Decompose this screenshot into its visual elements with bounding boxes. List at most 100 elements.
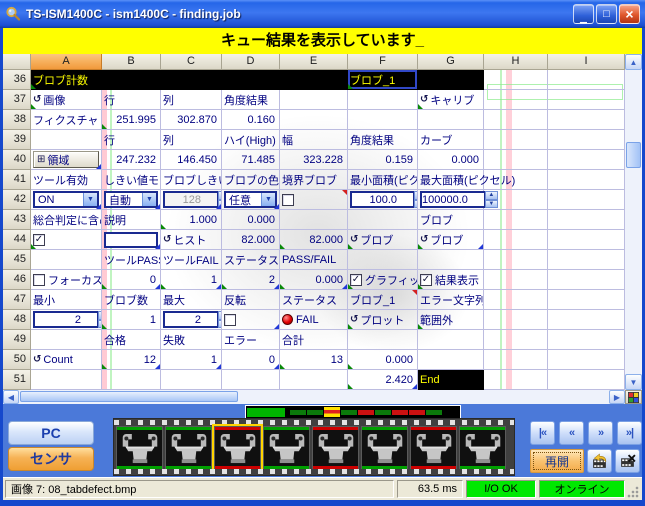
spin-up-icon[interactable]: ▲ xyxy=(485,191,498,200)
scroll-right-icon[interactable]: ▶ xyxy=(609,390,625,404)
filmstrip-frame-3[interactable] xyxy=(214,426,261,470)
cell-B41[interactable]: しきい値モード xyxy=(102,170,161,190)
cell-C39[interactable]: 列 xyxy=(161,130,222,150)
scroll-down-icon[interactable]: ▼ xyxy=(625,374,642,390)
cell-I44[interactable] xyxy=(548,230,625,250)
spinner-C48[interactable]: 2▲▼ xyxy=(163,311,219,328)
cell-H40[interactable] xyxy=(484,150,548,170)
cell-B48[interactable]: 1 xyxy=(102,310,161,330)
cell-A51[interactable] xyxy=(31,370,102,390)
cell-E49[interactable]: 合計 xyxy=(280,330,348,350)
dropdown-A42[interactable]: ON▼ xyxy=(33,191,99,208)
row-header-50[interactable]: 50 xyxy=(3,350,31,370)
resume-button[interactable]: 再開 xyxy=(530,449,584,473)
row-header-40[interactable]: 40 xyxy=(3,150,31,170)
cell-H47[interactable] xyxy=(484,290,548,310)
cell-F45[interactable] xyxy=(348,250,418,270)
cell-I40[interactable] xyxy=(548,150,625,170)
cell-G40[interactable]: 0.000 xyxy=(418,150,484,170)
cell-C47[interactable]: 最大 xyxy=(161,290,222,310)
cell-C44[interactable]: ↺ヒスト xyxy=(161,230,222,250)
column-header-C[interactable]: C xyxy=(161,54,222,70)
cell-I38[interactable] xyxy=(548,110,625,130)
column-header-H[interactable]: H xyxy=(484,54,548,70)
cell-E44[interactable]: 82.000 xyxy=(280,230,348,250)
horizontal-scroll-track[interactable] xyxy=(19,390,609,404)
row-header-51[interactable]: 51 xyxy=(3,370,31,390)
cell-D48[interactable] xyxy=(222,310,280,330)
cell-F46[interactable]: ✓グラフィック xyxy=(348,270,418,290)
cell-H38[interactable] xyxy=(484,110,548,130)
cell-C42[interactable]: 128▲▼ xyxy=(161,190,222,210)
sensor-button[interactable]: センサ xyxy=(8,447,94,471)
cell-G51[interactable]: End xyxy=(418,370,484,390)
cell-H44[interactable] xyxy=(484,230,548,250)
cell-A37[interactable]: ↺画像 xyxy=(31,90,102,110)
cell-E37[interactable] xyxy=(280,90,348,110)
cell-B50[interactable]: 12 xyxy=(102,350,161,370)
cell-A42[interactable]: ON▼ xyxy=(31,190,102,210)
cell-H45[interactable] xyxy=(484,250,548,270)
cell-G48[interactable]: 範囲外 xyxy=(418,310,484,330)
horizontal-scrollbar[interactable]: ◀ ▶ xyxy=(3,390,642,404)
column-header-E[interactable]: E xyxy=(280,54,348,70)
chevron-down-icon[interactable]: ▼ xyxy=(261,193,275,206)
column-header-D[interactable]: D xyxy=(222,54,280,70)
row-header-38[interactable]: 38 xyxy=(3,110,31,130)
cell-I46[interactable] xyxy=(548,270,625,290)
cell-A46[interactable]: フォーカス xyxy=(31,270,102,290)
cell-B49[interactable]: 合格 xyxy=(102,330,161,350)
cell-A45[interactable] xyxy=(31,250,102,270)
cell-B36[interactable] xyxy=(102,70,161,90)
cell-I42[interactable] xyxy=(548,190,625,210)
cell-A48[interactable]: 2▲▼ xyxy=(31,310,102,330)
cell-D37[interactable]: 角度結果 xyxy=(222,90,280,110)
cell-G39[interactable]: カーブ xyxy=(418,130,484,150)
cell-A43[interactable]: 総合判定に含める xyxy=(31,210,102,230)
cell-E51[interactable] xyxy=(280,370,348,390)
spreadsheet-view-button[interactable] xyxy=(625,390,642,404)
close-button[interactable]: × xyxy=(619,4,640,24)
cell-D49[interactable]: エラー xyxy=(222,330,280,350)
row-header-44[interactable]: 44 xyxy=(3,230,31,250)
spinner-G42[interactable]: 100000.0▲▼ xyxy=(420,191,486,208)
cell-E43[interactable] xyxy=(280,210,348,230)
vertical-scrollbar[interactable]: ▲ ▼ xyxy=(625,54,642,390)
cell-B44[interactable] xyxy=(102,230,161,250)
cell-G36[interactable] xyxy=(418,70,484,90)
cell-E40[interactable]: 323.228 xyxy=(280,150,348,170)
filmstrip-frame-5[interactable] xyxy=(312,426,359,470)
cell-F49[interactable] xyxy=(348,330,418,350)
cell-E50[interactable]: 13 xyxy=(280,350,348,370)
film-restart-button[interactable] xyxy=(587,449,612,473)
pc-button[interactable]: PC xyxy=(8,421,94,445)
cell-C43[interactable]: 1.000 xyxy=(161,210,222,230)
cell-I48[interactable] xyxy=(548,310,625,330)
cell-D45[interactable]: ステータス xyxy=(222,250,280,270)
cell-G47[interactable]: エラー文字列 xyxy=(418,290,484,310)
cell-A41[interactable]: ツール有効 xyxy=(31,170,102,190)
cell-C37[interactable]: 列 xyxy=(161,90,222,110)
cell-D38[interactable]: 0.160 xyxy=(222,110,280,130)
cell-C38[interactable]: 302.870 xyxy=(161,110,222,130)
filmstrip-frame-2[interactable] xyxy=(165,426,212,470)
cell-G50[interactable] xyxy=(418,350,484,370)
cell-B45[interactable]: ツールPASS xyxy=(102,250,161,270)
cell-B43[interactable]: 説明 xyxy=(102,210,161,230)
cell-C40[interactable]: 146.450 xyxy=(161,150,222,170)
cell-B38[interactable]: 251.995 xyxy=(102,110,161,130)
cell-H37[interactable] xyxy=(484,90,548,110)
filmstrip-frame-8[interactable] xyxy=(459,426,506,470)
cell-A40[interactable]: ⊞領域 xyxy=(31,150,102,170)
checkbox-E42[interactable] xyxy=(282,194,294,206)
column-header-A[interactable]: A xyxy=(31,54,102,70)
row-header-48[interactable]: 48 xyxy=(3,310,31,330)
cell-B51[interactable] xyxy=(102,370,161,390)
cell-H43[interactable] xyxy=(484,210,548,230)
cell-F48[interactable]: ↺プロット xyxy=(348,310,418,330)
spinner-arrows[interactable]: ▲▼ xyxy=(485,191,498,208)
film-clear-button[interactable] xyxy=(615,449,640,473)
cell-B39[interactable]: 行 xyxy=(102,130,161,150)
cell-D39[interactable]: ハイ(High) xyxy=(222,130,280,150)
input-B44[interactable] xyxy=(104,232,158,248)
